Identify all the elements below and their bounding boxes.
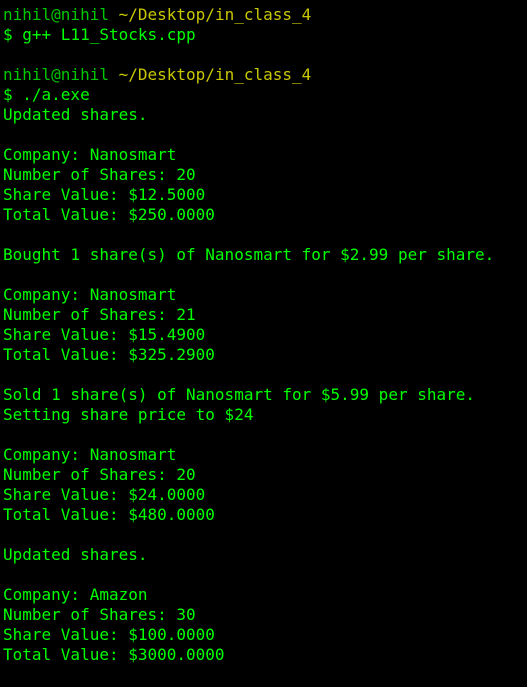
output-line: Setting share price to $24 xyxy=(3,405,254,424)
output-line: Company: Amazon xyxy=(3,585,148,604)
output-line: Company: Nanosmart xyxy=(3,145,177,164)
command-line: $ g++ L11_Stocks.cpp xyxy=(3,25,196,44)
output-line: Share Value: $15.4900 xyxy=(3,325,206,344)
output-line: Company: Nanosmart xyxy=(3,285,177,304)
output-line: Number of Shares: 30 xyxy=(3,605,196,624)
command-line: $ ./a.exe xyxy=(3,85,90,104)
output-line: Updated shares. xyxy=(3,105,148,124)
prompt-working-directory: ~/Desktop/in_class_4 xyxy=(118,65,312,84)
prompt-working-directory: ~/Desktop/in_class_4 xyxy=(118,5,312,24)
output-line: Share Value: $24.0000 xyxy=(3,485,206,504)
output-line: Sold 1 share(s) of Nanosmart for $5.99 p… xyxy=(3,385,476,404)
output-line: Bought 1 share(s) of Nanosmart for $2.99… xyxy=(3,245,495,264)
output-line: Share Value: $12.5000 xyxy=(3,185,206,204)
output-line: Updated shares. xyxy=(3,545,148,564)
output-line: Company: Nanosmart xyxy=(3,445,177,464)
output-line: Total Value: $325.2900 xyxy=(3,345,215,364)
output-line: Total Value: $250.0000 xyxy=(3,205,215,224)
output-line: Share Value: $100.0000 xyxy=(3,625,215,644)
prompt-user-host: nihil@nihil xyxy=(3,65,109,84)
shell-prompt: nihil@nihil ~/Desktop/in_class_4 xyxy=(0,65,527,85)
output-line: Total Value: $3000.0000 xyxy=(3,645,225,664)
shell-prompt: nihil@nihil ~/Desktop/in_class_4 xyxy=(0,5,527,25)
terminal-output: nihil@nihil ~/Desktop/in_class_4 $ g++ L1… xyxy=(0,5,527,665)
output-line: Number of Shares: 20 xyxy=(3,465,196,484)
output-line: Total Value: $480.0000 xyxy=(3,505,215,524)
terminal-window[interactable]: nihil@nihil ~/Desktop/in_class_4 $ g++ L1… xyxy=(0,0,527,687)
output-line: Number of Shares: 21 xyxy=(3,305,196,324)
prompt-user-host: nihil@nihil xyxy=(3,5,109,24)
output-line: Number of Shares: 20 xyxy=(3,165,196,184)
